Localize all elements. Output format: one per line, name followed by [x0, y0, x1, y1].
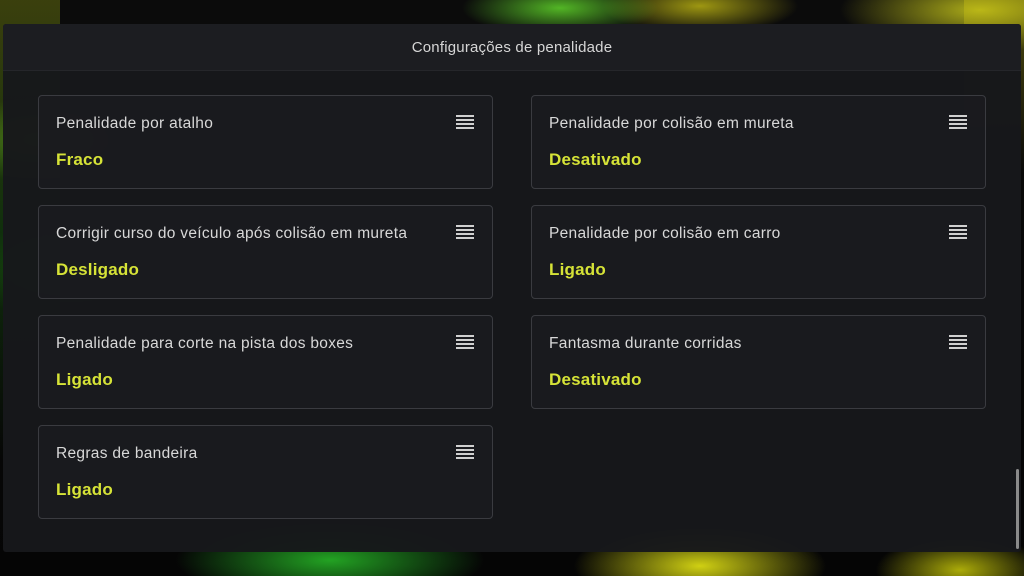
- setting-label: Fantasma durante corridas: [549, 335, 742, 352]
- setting-value: Desativado: [549, 370, 642, 389]
- setting-label: Penalidade para corte na pista dos boxes: [56, 335, 354, 352]
- setting-label: Penalidade por colisão em mureta: [549, 115, 794, 132]
- setting-label: Regras de bandeira: [56, 445, 198, 462]
- menu-icon[interactable]: [949, 335, 967, 349]
- setting-shortcut-penalty[interactable]: Penalidade por atalho Fraco: [38, 95, 493, 189]
- setting-pit-lane-cut-penalty[interactable]: Penalidade para corte na pista dos boxes…: [38, 315, 493, 409]
- setting-value: Desligado: [56, 260, 140, 279]
- setting-wall-collision-penalty[interactable]: Penalidade por colisão em mureta Desativ…: [531, 95, 986, 189]
- menu-icon[interactable]: [456, 115, 474, 129]
- panel-header: Configurações de penalidade: [3, 24, 1021, 71]
- setting-label: Penalidade por atalho: [56, 115, 214, 132]
- setting-value: Ligado: [549, 260, 606, 279]
- scrollbar[interactable]: [1016, 469, 1019, 549]
- menu-icon[interactable]: [456, 225, 474, 239]
- menu-icon[interactable]: [949, 115, 967, 129]
- setting-ghost-during-races[interactable]: Fantasma durante corridas Desativado: [531, 315, 986, 409]
- menu-icon[interactable]: [456, 445, 474, 459]
- setting-label: Penalidade por colisão em carro: [549, 225, 781, 242]
- setting-value: Desativado: [549, 150, 642, 169]
- setting-label: Corrigir curso do veículo após colisão e…: [56, 225, 408, 242]
- setting-value: Fraco: [56, 150, 104, 169]
- setting-value: Ligado: [56, 370, 113, 389]
- penalty-settings-panel: Configurações de penalidade Penalidade p…: [3, 24, 1021, 552]
- setting-car-collision-penalty[interactable]: Penalidade por colisão em carro Ligado: [531, 205, 986, 299]
- setting-flag-rules[interactable]: Regras de bandeira Ligado: [38, 425, 493, 519]
- menu-icon[interactable]: [456, 335, 474, 349]
- setting-correct-course-after-wall[interactable]: Corrigir curso do veículo após colisão e…: [38, 205, 493, 299]
- setting-value: Ligado: [56, 480, 113, 499]
- menu-icon[interactable]: [949, 225, 967, 239]
- page-title: Configurações de penalidade: [411, 38, 613, 56]
